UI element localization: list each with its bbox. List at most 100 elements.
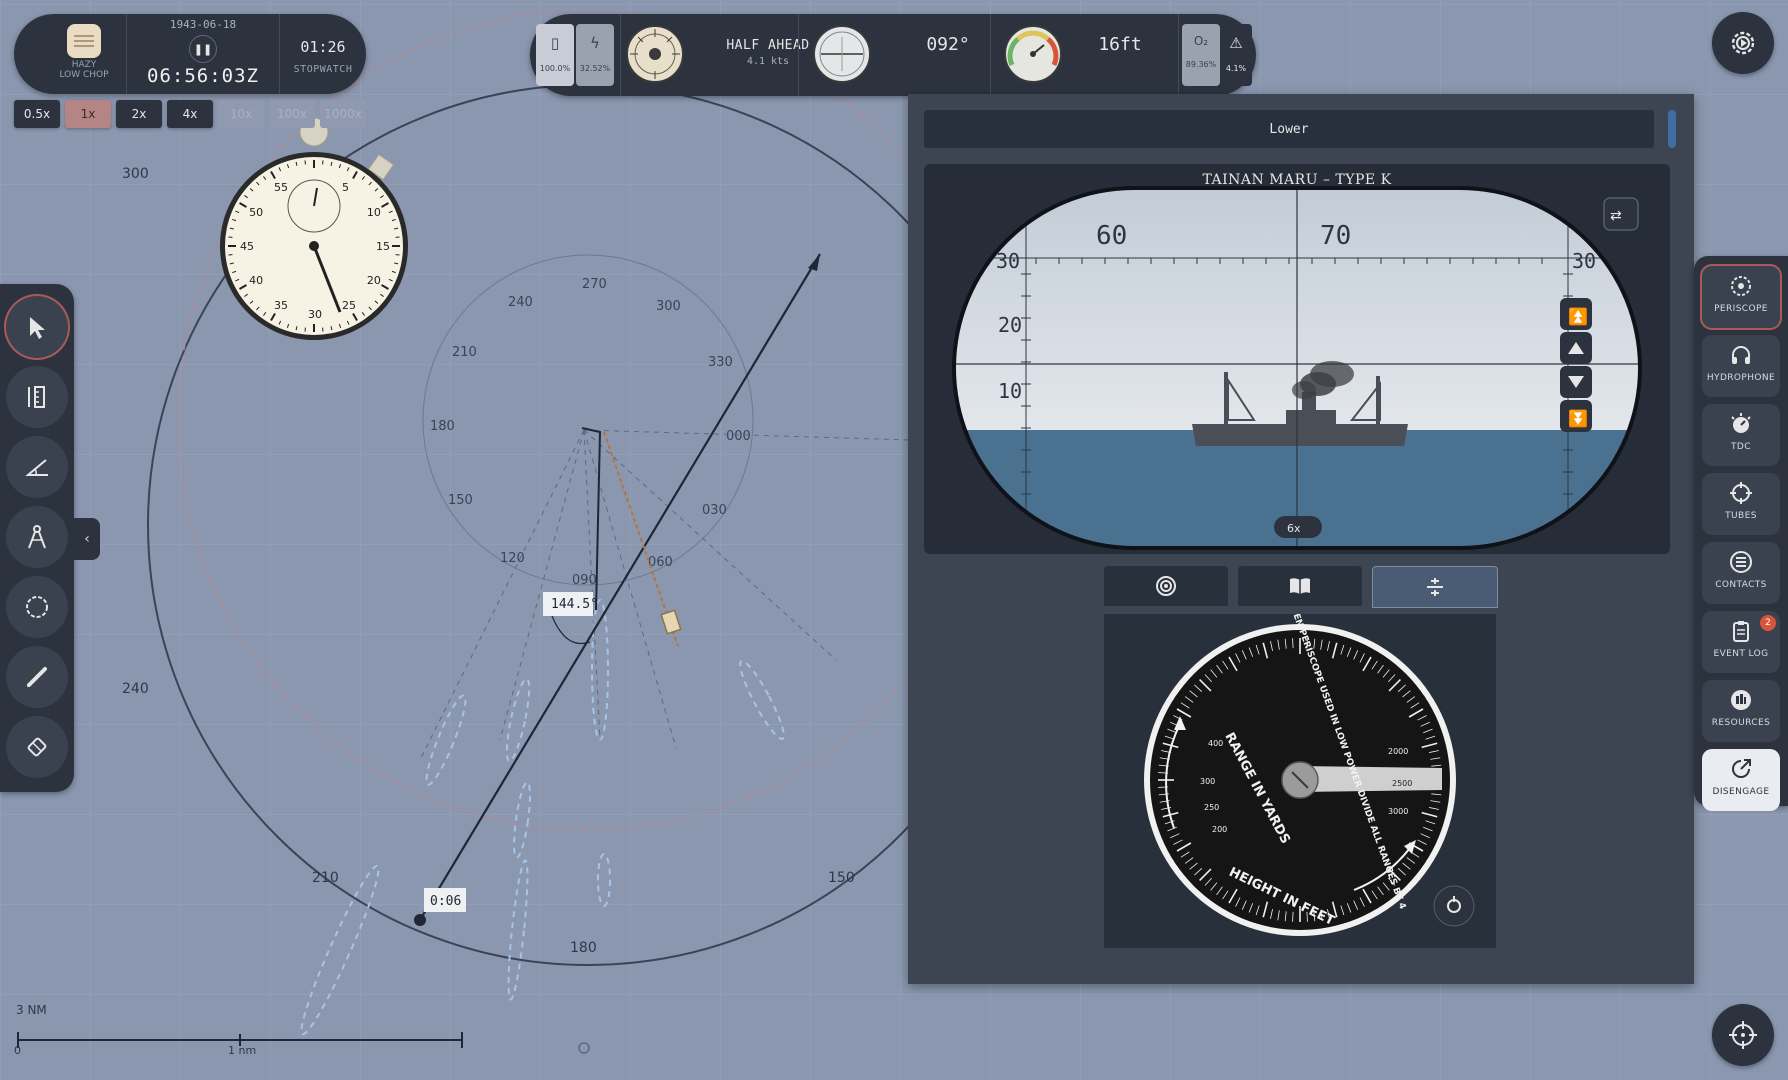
magnification-badge[interactable]: 6x	[1274, 516, 1322, 538]
station-contacts[interactable]: CONTACTS	[1702, 542, 1780, 604]
station-label: CONTACTS	[1715, 580, 1767, 590]
svg-text:⇄: ⇄	[1610, 208, 1622, 224]
stopwatch-number: 35	[274, 299, 288, 312]
stopwatch-number: 40	[249, 274, 263, 287]
bearing-label: 210	[452, 345, 477, 360]
range-ring-label: 150	[828, 870, 855, 886]
oxygen-value: 89.36%	[1185, 60, 1217, 69]
periscope-optic[interactable]: 60 70 30 20 10 30 ⏫ ⏬ ⇄ 6x	[924, 164, 1670, 554]
bearing-label: 000	[726, 429, 751, 444]
oxygen-indicator[interactable]: O₂ 89.36%	[1182, 24, 1220, 86]
flooding-value: 4.1%	[1225, 64, 1247, 73]
station-disengage[interactable]: DISENGAGE	[1702, 749, 1780, 811]
ruler-tool[interactable]	[6, 366, 68, 428]
station-tdc[interactable]: TDC	[1702, 404, 1780, 466]
compass-tool[interactable]	[6, 506, 68, 568]
compass-dial[interactable]	[813, 25, 871, 83]
station-label: EVENT LOG	[1713, 649, 1769, 659]
swap-view-button[interactable]: ⇄	[1603, 197, 1639, 231]
raise-fast-button[interactable]: ⏫	[1560, 298, 1592, 330]
resources-icon	[1702, 688, 1780, 712]
flooding-indicator[interactable]: ⚠ 4.1%	[1220, 24, 1252, 86]
bearing-label: 300	[656, 299, 681, 314]
height-tick: 300	[1200, 777, 1215, 786]
bearing-tag: 144.5°	[543, 592, 598, 616]
svg-text:0: 0	[14, 1044, 21, 1057]
own-ship-position[interactable]	[414, 914, 426, 926]
station-resources[interactable]: RESOURCES	[1702, 680, 1780, 742]
svg-text:70: 70	[1320, 221, 1351, 251]
station-periscope[interactable]: PERISCOPE	[1702, 266, 1780, 328]
speed-button-4x[interactable]: 4x	[167, 100, 213, 128]
engine-telegraph-dial[interactable]	[626, 25, 684, 83]
periscope-window: Lower TAINAN MARU – TYPE K 60 70 30 20 1…	[908, 94, 1694, 984]
collapse-toolbar-button[interactable]: ‹	[74, 518, 100, 560]
settings-button[interactable]	[1712, 12, 1774, 74]
svg-text:1 nm: 1 nm	[228, 1044, 256, 1057]
oxygen-label: O₂	[1193, 34, 1209, 48]
stopwatch-number: 45	[240, 240, 254, 253]
protractor-tool[interactable]	[6, 436, 68, 498]
periscope-view[interactable]: TAINAN MARU – TYPE K 60 70 30 20 10 30 ⏫…	[924, 164, 1670, 554]
scrollbar[interactable]	[1668, 110, 1676, 148]
station-tubes[interactable]: TUBES	[1702, 473, 1780, 535]
bearing-label: 270	[582, 277, 607, 292]
speed-button-2x[interactable]: 2x	[116, 100, 162, 128]
lower-fast-button[interactable]: ⏬	[1560, 400, 1592, 432]
list-icon	[1702, 550, 1780, 574]
stopwatch-number: 20	[367, 274, 381, 287]
range-calculator-panel: RANGE IN YARDS HEIGHT IN FEET WHEN PERIS…	[1104, 596, 1496, 948]
center-map-button[interactable]	[1712, 1004, 1774, 1066]
pencil-tool[interactable]	[6, 646, 68, 708]
raise-button[interactable]	[1560, 332, 1592, 364]
angle-icon	[25, 459, 48, 476]
station-label: DISENGAGE	[1712, 787, 1770, 797]
stopwatch-toggle[interactable]: 01:26 STOPWATCH	[280, 14, 366, 94]
station-label: HYDROPHONE	[1706, 373, 1776, 383]
pause-icon: ❚❚	[193, 42, 213, 56]
stopwatch-number: 15	[376, 240, 390, 253]
dashed-circle-icon	[26, 596, 48, 618]
height-tick: 250	[1204, 803, 1219, 812]
stadimeter-icon	[1427, 578, 1443, 596]
pause-button[interactable]: ❚❚	[189, 35, 217, 63]
station-event-log[interactable]: EVENT LOG 2	[1702, 611, 1780, 673]
lightning-icon: ϟ	[590, 34, 600, 52]
tab-stadimeter[interactable]	[1372, 566, 1498, 608]
speed-button-0.5x[interactable]: 0.5x	[14, 100, 60, 128]
eraser-tool[interactable]	[6, 716, 68, 778]
select-tool[interactable]	[6, 296, 68, 358]
circle-tool[interactable]	[6, 576, 68, 638]
speed-button-1x[interactable]: 1x	[65, 100, 111, 128]
weather-label: HAZY LOW CHOP	[59, 60, 109, 80]
svg-text:30: 30	[996, 249, 1020, 273]
station-hydrophone[interactable]: HYDROPHONE	[1702, 335, 1780, 397]
bearing-label: 090	[572, 573, 597, 588]
range-tick: 3000	[1388, 807, 1408, 816]
lower-button[interactable]	[1560, 366, 1592, 398]
date-time: 1943-06-18 ❚❚ 06:56:03Z	[126, 14, 280, 94]
battery-value: 100.0%	[539, 64, 571, 73]
tab-recognition-manual[interactable]	[1238, 566, 1362, 606]
station-menu: PERISCOPE HYDROPHONE TDC TUBES CONTACTS EVENT…	[1694, 256, 1788, 811]
clock-panel: HAZY LOW CHOP 1943-06-18 ❚❚ 06:56:03Z 01…	[14, 14, 366, 94]
bearing-label: 240	[508, 295, 533, 310]
range-calculator-dial[interactable]: RANGE IN YARDS HEIGHT IN FEET WHEN PERIS…	[1104, 596, 1496, 948]
time-marker-tag: 0:06	[424, 888, 466, 912]
tab-target[interactable]	[1104, 566, 1228, 606]
bearing-label: 030	[702, 503, 727, 518]
svg-text:0:06: 0:06	[430, 894, 461, 909]
gear-icon	[1731, 31, 1755, 55]
svg-text:20: 20	[998, 313, 1022, 337]
depth-gauge[interactable]	[1004, 25, 1062, 83]
svg-text:⏫: ⏫	[1568, 307, 1588, 326]
power-indicator[interactable]: ϟ 32.52%	[576, 24, 614, 86]
crosshair-icon	[1702, 481, 1780, 505]
battery-indicator[interactable]: ▯ 100.0%	[536, 24, 574, 86]
height-tick: 400	[1208, 739, 1223, 748]
lower-periscope-button[interactable]: Lower	[924, 110, 1654, 148]
svg-text:10: 10	[998, 379, 1022, 403]
stopwatch-time: 01:26	[300, 38, 346, 56]
dial-reset-button[interactable]	[1433, 885, 1475, 927]
dial-tick	[1292, 638, 1294, 649]
